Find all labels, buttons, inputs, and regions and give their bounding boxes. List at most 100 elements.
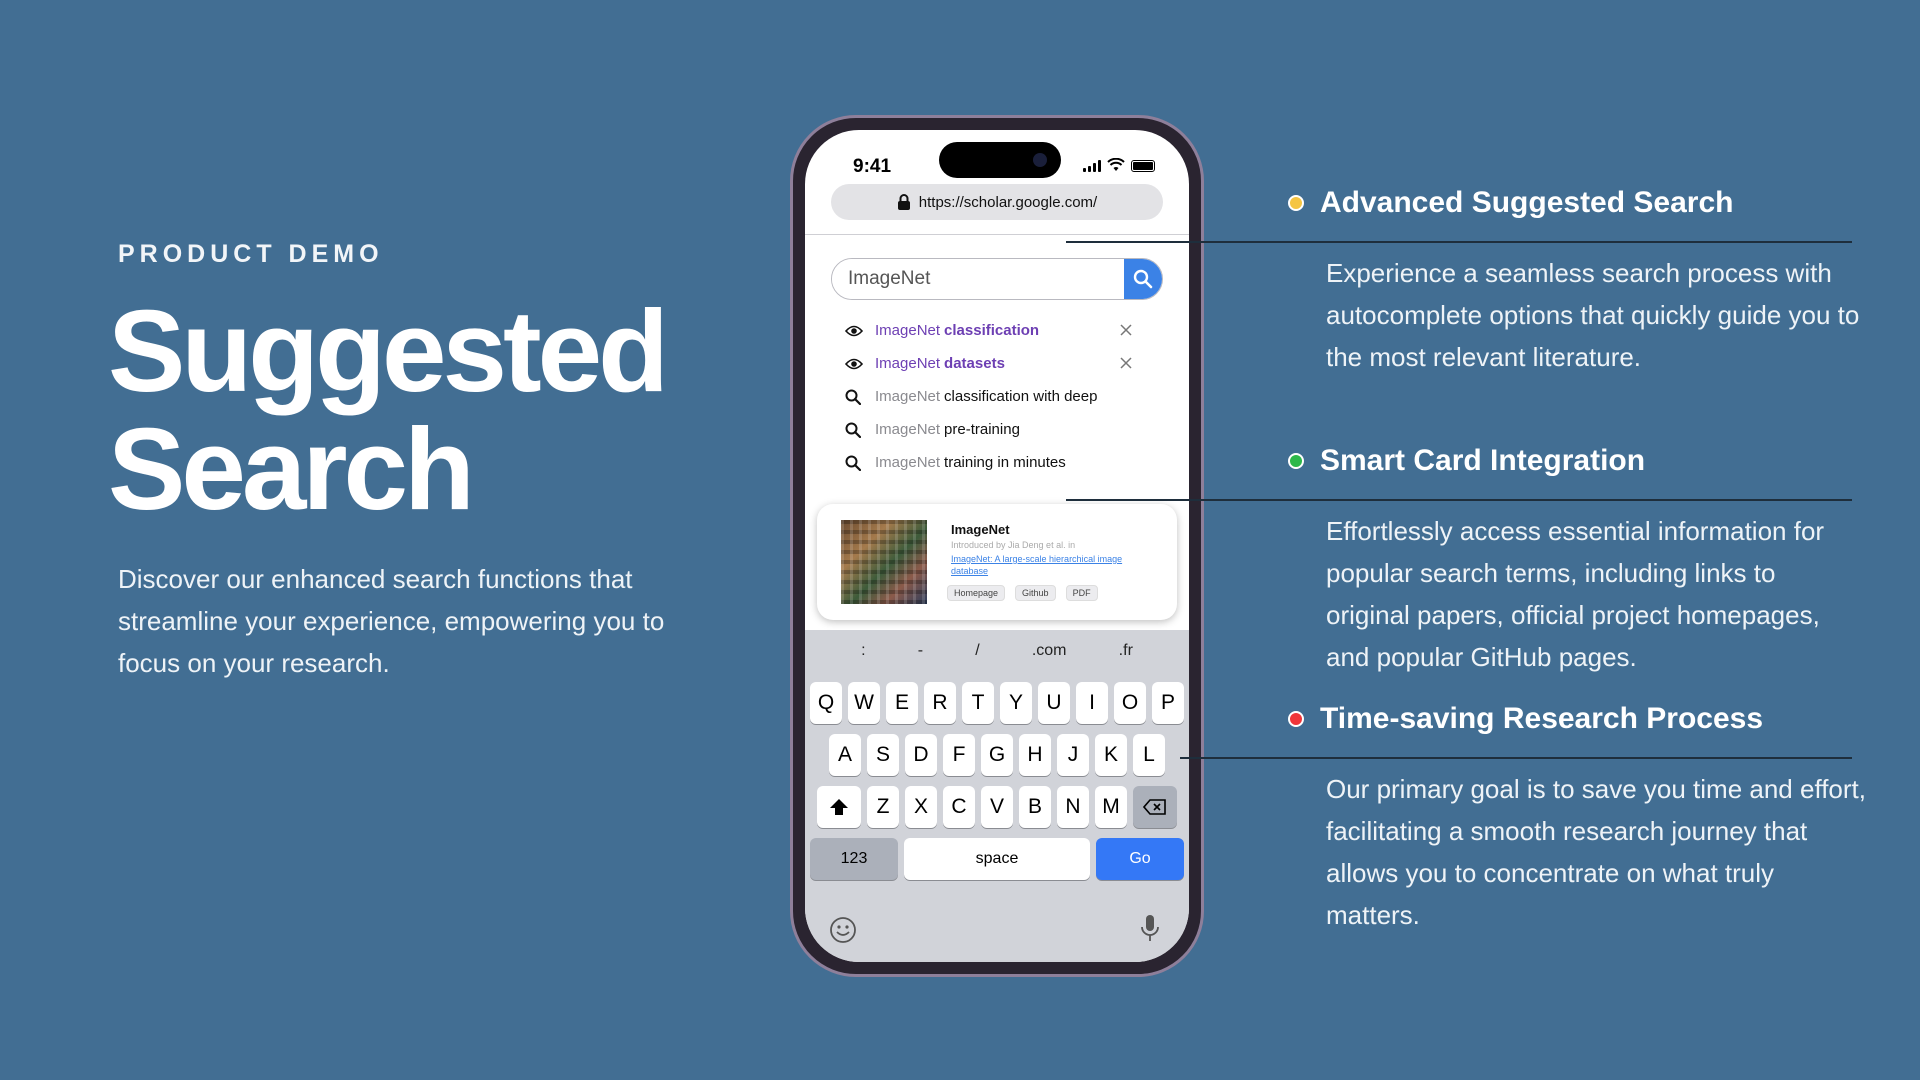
feature-smart-card: Smart Card Integration Effortlessly acce…: [1288, 444, 1848, 678]
status-bar: 9:41: [805, 130, 1189, 182]
shift-key[interactable]: [817, 786, 861, 828]
key[interactable]: D: [905, 734, 937, 776]
key[interactable]: K: [1095, 734, 1127, 776]
signal-icon: [1083, 160, 1101, 172]
battery-icon: [1131, 160, 1155, 172]
card-tags: Homepage Github PDF: [947, 585, 1098, 601]
key[interactable]: E: [886, 682, 918, 724]
feature-header: Advanced Suggested Search: [1288, 186, 1848, 220]
yellow-dot-icon: [1288, 195, 1304, 211]
key[interactable]: I: [1076, 682, 1108, 724]
suggestion-item[interactable]: ImageNet pre-training: [845, 413, 1145, 446]
feature-title: Smart Card Integration: [1320, 444, 1646, 477]
search-button[interactable]: [1124, 259, 1162, 299]
red-dot-icon: [1288, 711, 1304, 727]
url-bar[interactable]: https://scholar.google.com/: [831, 184, 1163, 220]
numbers-key[interactable]: 123: [810, 838, 898, 880]
keyboard-row-4: 123 space Go: [805, 838, 1189, 880]
suggestion-completion: classification with deep: [944, 388, 1098, 405]
suggestion-item[interactable]: ImageNet classification: [845, 314, 1145, 347]
keyboard: : - / .com .fr Q W E R T Y U I O P A S D…: [805, 630, 1189, 962]
key[interactable]: R: [924, 682, 956, 724]
key[interactable]: G: [981, 734, 1013, 776]
shift-icon: [830, 799, 848, 815]
backspace-icon: [1143, 799, 1166, 815]
close-icon[interactable]: [1119, 356, 1133, 370]
search-icon: [845, 422, 867, 438]
search-input[interactable]: [832, 259, 1124, 299]
lock-icon: [897, 194, 910, 210]
key[interactable]: B: [1019, 786, 1051, 828]
keyboard-row-3: Z X C V B N M: [805, 786, 1189, 828]
wifi-icon: [1107, 158, 1125, 171]
feature-time-saving: Time-saving Research Process Our primary…: [1288, 702, 1866, 936]
space-key[interactable]: space: [904, 838, 1090, 880]
eyebrow-label: PRODUCT DEMO: [118, 240, 384, 268]
suggestion-completion: datasets: [944, 355, 1005, 372]
key[interactable]: A: [829, 734, 861, 776]
smart-card[interactable]: ImageNet Introduced by Jia Deng et al. i…: [817, 504, 1177, 620]
feature-description: Effortlessly access essential informatio…: [1326, 516, 1825, 672]
key[interactable]: L: [1133, 734, 1165, 776]
key[interactable]: O: [1114, 682, 1146, 724]
microphone-icon[interactable]: [1141, 914, 1159, 942]
hero-title-line2: Search: [108, 404, 475, 534]
accessory-key[interactable]: .fr: [1119, 642, 1133, 660]
suggestion-completion: classification: [944, 322, 1040, 339]
phone-mockup: 9:41 https://scholar.google.com/ ImageNe…: [790, 115, 1204, 977]
go-key[interactable]: Go: [1096, 838, 1184, 880]
key[interactable]: H: [1019, 734, 1051, 776]
key[interactable]: V: [981, 786, 1013, 828]
key[interactable]: S: [867, 734, 899, 776]
feature-header: Smart Card Integration: [1288, 444, 1848, 478]
suggestion-item[interactable]: ImageNet datasets: [845, 347, 1145, 380]
url-text: https://scholar.google.com/: [918, 193, 1098, 211]
search-icon: [845, 389, 867, 405]
suggestion-prefix: ImageNet: [875, 322, 941, 339]
search-icon: [845, 455, 867, 471]
key[interactable]: M: [1095, 786, 1127, 828]
suggestion-completion: training in minutes: [944, 454, 1066, 471]
suggestion-item[interactable]: ImageNet training in minutes: [845, 446, 1145, 479]
status-icons: [1083, 158, 1155, 172]
hero-title-line1: Suggested: [108, 286, 669, 416]
key[interactable]: Q: [810, 682, 842, 724]
key[interactable]: J: [1057, 734, 1089, 776]
card-thumbnail: [841, 520, 927, 604]
pdf-tag[interactable]: PDF: [1065, 585, 1098, 601]
status-time: 9:41: [853, 156, 892, 177]
key[interactable]: W: [848, 682, 880, 724]
key[interactable]: P: [1152, 682, 1184, 724]
keyboard-bottom-bar: [805, 912, 1189, 952]
key[interactable]: T: [962, 682, 994, 724]
homepage-tag[interactable]: Homepage: [947, 585, 1006, 601]
accessory-key[interactable]: /: [975, 642, 979, 660]
suggestion-item[interactable]: ImageNet classification with deep: [845, 380, 1145, 413]
keyboard-row-2: A S D F G H J K L: [805, 734, 1189, 776]
search-icon: [1133, 269, 1153, 289]
suggestion-completion: pre-training: [944, 421, 1020, 438]
key[interactable]: C: [943, 786, 975, 828]
dynamic-island: [939, 142, 1061, 178]
accessory-key[interactable]: -: [918, 642, 923, 660]
key[interactable]: Z: [867, 786, 899, 828]
key[interactable]: F: [943, 734, 975, 776]
key[interactable]: U: [1038, 682, 1070, 724]
accessory-key[interactable]: :: [861, 642, 865, 660]
suggestion-prefix: ImageNet: [875, 388, 941, 405]
eye-icon: [845, 325, 867, 337]
keyboard-row-1: Q W E R T Y U I O P: [805, 682, 1189, 724]
github-tag[interactable]: Github: [1015, 585, 1056, 601]
keyboard-accessory-bar: : - / .com .fr: [805, 630, 1189, 672]
emoji-icon[interactable]: [829, 916, 857, 944]
accessory-key[interactable]: .com: [1032, 642, 1067, 660]
phone-screen: 9:41 https://scholar.google.com/ ImageNe…: [805, 130, 1189, 962]
feature-header: Time-saving Research Process: [1288, 702, 1848, 736]
feature-title: Advanced Suggested Search: [1320, 186, 1734, 219]
delete-key[interactable]: [1133, 786, 1177, 828]
key[interactable]: Y: [1000, 682, 1032, 724]
key[interactable]: N: [1057, 786, 1089, 828]
card-paper-link[interactable]: ImageNet: A large-scale hierarchical ima…: [951, 553, 1151, 577]
key[interactable]: X: [905, 786, 937, 828]
close-icon[interactable]: [1119, 323, 1133, 337]
